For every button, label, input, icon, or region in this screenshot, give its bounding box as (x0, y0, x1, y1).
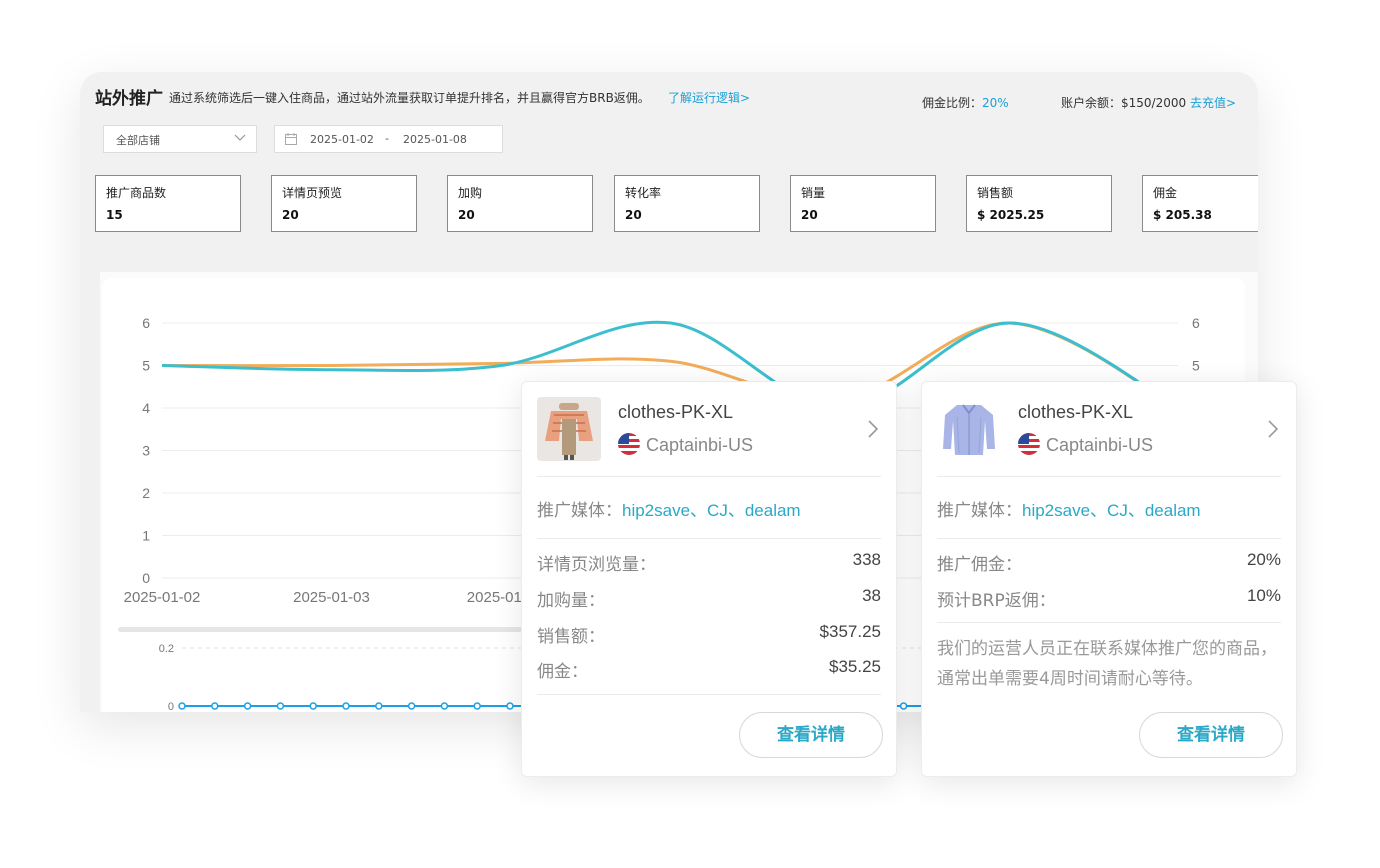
page-description: 通过系统筛选后一键入住商品，通过站外流量获取订单提升排名，并且赢得官方BRB返佣… (169, 91, 650, 105)
stat-label: 销售额 (977, 186, 1014, 200)
chevron-right-icon[interactable] (1267, 419, 1279, 439)
stat-detail-views: 详情页预览 20 (271, 175, 417, 232)
metric-label: 销售额： (537, 627, 605, 647)
media-label: 推广媒体： (537, 501, 622, 521)
metric-label: 预计BRP返佣： (937, 591, 1056, 611)
stat-label: 加购 (458, 186, 483, 200)
metric-row: 推广佣金： 20% (937, 550, 1281, 575)
store-select-value: 全部店铺 (116, 134, 160, 147)
stat-value: 20 (282, 208, 299, 222)
divider (537, 476, 881, 477)
calendar-icon (285, 133, 297, 145)
stat-value: 15 (106, 208, 123, 222)
store-name: Captainbi-US (1046, 435, 1154, 455)
date-separator: - (385, 132, 389, 145)
product-store: Captainbi-US (1018, 433, 1153, 456)
view-details-button[interactable]: 查看详情 (739, 712, 883, 758)
date-end[interactable]: 2025-01-08 (403, 133, 467, 146)
learn-logic-link[interactable]: 了解运行逻辑> (668, 89, 750, 106)
stat-label: 销量 (801, 186, 826, 200)
chevron-down-icon (234, 134, 246, 141)
stat-add-to-cart: 加购 20 (447, 175, 593, 232)
metric-row: 销售额： $357.25 (537, 622, 881, 647)
media-value: hip2save、CJ、dealam (1022, 501, 1201, 520)
stat-value: 20 (801, 208, 818, 222)
recharge-link[interactable]: 去充值> (1190, 96, 1236, 110)
metric-row: 详情页浏览量： 338 (537, 550, 881, 575)
stat-label: 推广商品数 (106, 186, 167, 200)
metric-value: 20% (1246, 550, 1281, 569)
metric-value: 38 (862, 586, 881, 605)
product-name: clothes-PK-XL (618, 402, 734, 422)
waiting-note: 我们的运营人员正在联系媒体推广您的商品，通常出单需要4周时间请耐心等待。 (937, 639, 1277, 689)
stat-label: 转化率 (625, 186, 662, 200)
product-thumbnail (937, 397, 1001, 461)
store-name: Captainbi-US (646, 435, 754, 455)
stat-value: $ 205.38 (1153, 208, 1212, 222)
stat-label: 佣金 (1153, 186, 1178, 200)
product-card: clothes-PK-XL Captainbi-US 推广媒体：hip2save… (521, 381, 897, 777)
stat-value: 20 (625, 208, 642, 222)
divider (937, 538, 1281, 539)
metric-label: 推广佣金： (937, 555, 1022, 575)
metric-row: 预计BRP返佣： 10% (937, 586, 1281, 611)
date-range-picker[interactable]: 2025-01-02 - 2025-01-08 (274, 125, 503, 153)
commission-rate-label: 佣金比例： (922, 96, 983, 110)
metric-row: 加购量： 38 (537, 586, 881, 611)
divider (937, 622, 1281, 623)
product-name: clothes-PK-XL (1018, 402, 1134, 422)
stat-conversion-rate: 转化率 20 (614, 175, 760, 232)
product-thumbnail (537, 397, 601, 461)
stat-value: 20 (458, 208, 475, 222)
promotion-media: 推广媒体：hip2save、CJ、dealam (537, 496, 801, 521)
metric-label: 详情页浏览量： (537, 555, 656, 575)
metric-label: 佣金： (537, 662, 588, 682)
store-select[interactable]: 全部店铺 (103, 125, 257, 153)
view-details-button[interactable]: 查看详情 (1139, 712, 1283, 758)
promotion-media: 推广媒体：hip2save、CJ、dealam (937, 496, 1201, 521)
stat-sales-amount: 销售额 $ 2025.25 (966, 175, 1112, 232)
stat-value: $ 2025.25 (977, 208, 1045, 222)
metric-value: 338 (852, 550, 881, 569)
media-value: hip2save、CJ、dealam (622, 501, 801, 520)
stat-commission: 佣金 $ 205.38 (1142, 175, 1258, 232)
media-label: 推广媒体： (937, 501, 1022, 521)
chevron-right-icon[interactable] (867, 419, 879, 439)
metric-value: $35.25 (829, 657, 881, 676)
commission-rate: 佣金比例：20% (922, 94, 1009, 111)
account-balance-label: 账户余额：$150/2000 (1061, 96, 1187, 110)
product-store: Captainbi-US (618, 433, 753, 456)
divider (537, 694, 881, 695)
date-start[interactable]: 2025-01-02 (310, 133, 374, 146)
metric-label: 加购量： (537, 591, 605, 611)
us-flag-icon (1018, 433, 1040, 455)
divider (937, 476, 1281, 477)
account-balance: 账户余额：$150/2000 去充值> (1061, 94, 1236, 111)
metric-value: $357.25 (819, 622, 881, 641)
commission-rate-value: 20% (982, 96, 1009, 110)
product-card: clothes-PK-XL Captainbi-US 推广媒体：hip2save… (921, 381, 1297, 777)
divider (537, 538, 881, 539)
page-title: 站外推广 (95, 89, 163, 109)
metric-value: 10% (1246, 586, 1281, 605)
stat-label: 详情页预览 (282, 186, 343, 200)
metric-row: 佣金： $35.25 (537, 657, 881, 682)
stat-sales-volume: 销量 20 (790, 175, 936, 232)
us-flag-icon (618, 433, 640, 455)
stat-promoted-products: 推广商品数 15 (95, 175, 241, 232)
